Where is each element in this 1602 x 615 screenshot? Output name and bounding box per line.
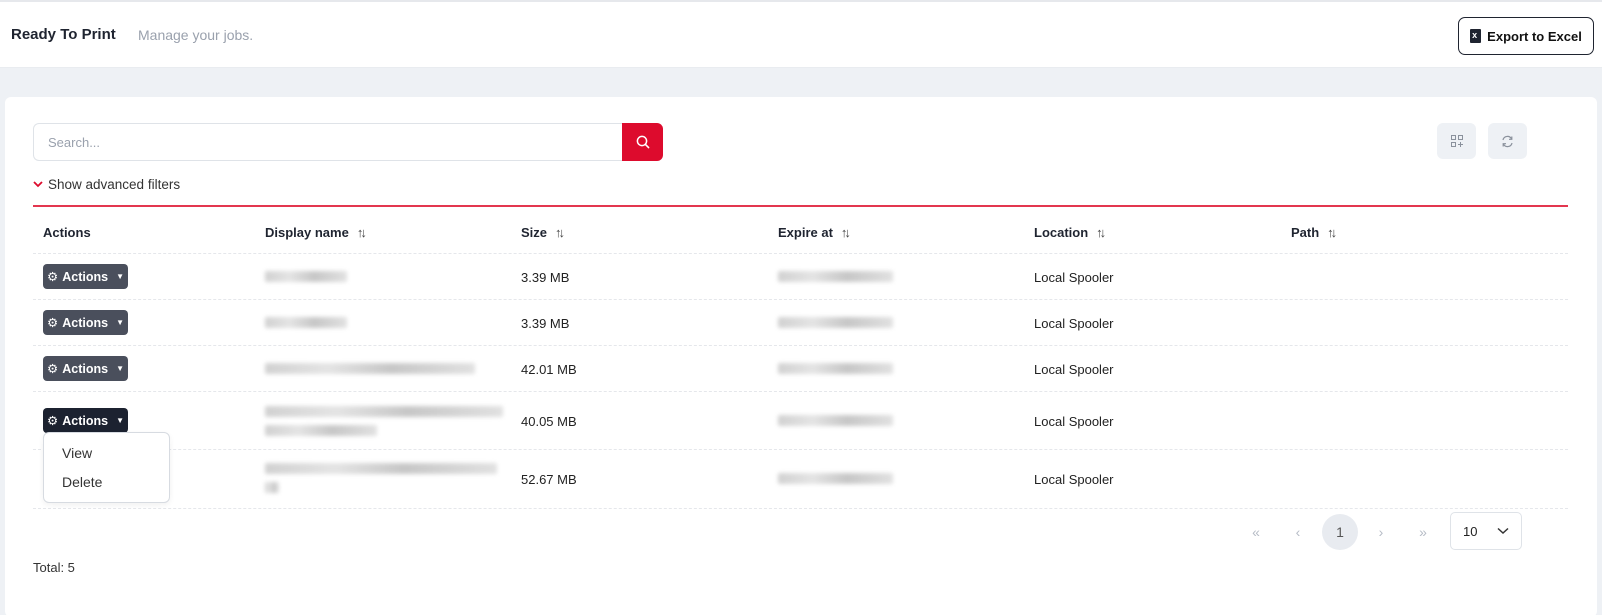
display-name-redacted (265, 317, 347, 328)
location-cell: Local Spooler (1034, 316, 1114, 331)
page-size-select[interactable]: 10 (1450, 512, 1522, 550)
expire-at-redacted (778, 415, 893, 426)
chevron-down-icon (33, 181, 43, 188)
chevron-down-icon (1497, 527, 1509, 535)
search-bar (33, 123, 663, 161)
column-header-location[interactable]: Location ↑↓ (1034, 225, 1106, 240)
refresh-icon (1502, 135, 1513, 147)
search-input[interactable] (33, 123, 622, 161)
pagination-first-button[interactable]: « (1238, 514, 1274, 550)
export-to-excel-button[interactable]: Export to Excel (1458, 17, 1594, 55)
size-cell: 3.39 MB (521, 316, 570, 331)
sort-icon: ↑↓ (1096, 225, 1106, 240)
row-actions-menu: View Delete (43, 432, 170, 503)
size-cell: 42.01 MB (521, 362, 577, 377)
sort-icon: ↑↓ (840, 225, 851, 240)
caret-down-icon: ▼ (116, 364, 124, 373)
display-name-redacted (265, 463, 497, 474)
page-header: Ready To Print Manage your jobs. Export … (0, 0, 1602, 68)
expire-at-redacted (778, 473, 893, 484)
sort-icon: ↑↓ (1327, 225, 1337, 240)
caret-down-icon: ▼ (116, 318, 124, 327)
gear-icon: ⚙ (47, 270, 59, 284)
display-name-redacted (265, 363, 475, 374)
location-cell: Local Spooler (1034, 414, 1114, 429)
row-actions-button[interactable]: ⚙ Actions ▼ (43, 408, 128, 433)
display-name-redacted (265, 406, 503, 417)
refresh-button[interactable] (1488, 123, 1527, 159)
display-name-redacted (265, 425, 377, 436)
column-header-size[interactable]: Size ↑↓ (521, 225, 565, 240)
jobs-table: Actions Display name ↑↓ Size ↑↓ Expire at ↑… (33, 210, 1568, 509)
excel-file-icon (1470, 29, 1482, 43)
search-button[interactable] (622, 123, 663, 161)
expire-at-redacted (778, 363, 893, 374)
expire-at-redacted (778, 271, 893, 282)
gear-icon: ⚙ (47, 414, 59, 428)
sort-icon: ↑↓ (356, 225, 367, 240)
table-row: ⚙ Actions ▼ 40.05 MB Local Spooler (33, 392, 1568, 450)
advanced-filters-toggle[interactable]: Show advanced filters (33, 177, 180, 192)
row-actions-button[interactable]: ⚙ Actions ▼ (43, 310, 128, 335)
row-actions-button[interactable]: ⚙ Actions ▼ (43, 356, 128, 381)
jobs-card: Show advanced filters Actions Display na… (5, 97, 1597, 615)
menu-item-delete[interactable]: Delete (62, 474, 102, 490)
column-header-expire-at[interactable]: Expire at ↑↓ (778, 225, 851, 240)
column-header-path[interactable]: Path ↑↓ (1291, 225, 1337, 240)
caret-down-icon: ▼ (116, 416, 124, 425)
size-cell: 3.39 MB (521, 270, 570, 285)
size-cell: 52.67 MB (521, 472, 577, 487)
table-row: ⚙ Actions ▼ 3.39 MB Local Spooler (33, 300, 1568, 346)
page-title: Ready To Print (11, 26, 116, 43)
location-cell: Local Spooler (1034, 362, 1114, 377)
column-settings-button[interactable] (1437, 123, 1476, 159)
advanced-filters-label: Show advanced filters (48, 177, 181, 192)
row-actions-button[interactable]: ⚙ Actions ▼ (43, 264, 128, 289)
location-cell: Local Spooler (1034, 270, 1114, 285)
display-name-redacted (265, 482, 279, 493)
menu-item-view[interactable]: View (62, 445, 92, 461)
page-size-value: 10 (1463, 523, 1478, 539)
gear-icon: ⚙ (47, 362, 59, 376)
search-icon (636, 135, 649, 149)
table-row: ⚙ Actions ▼ 3.39 MB Local Spooler (33, 254, 1568, 300)
pagination-last-button[interactable]: » (1405, 514, 1441, 550)
table-row: 52.67 MB Local Spooler (33, 450, 1568, 509)
location-cell: Local Spooler (1034, 472, 1114, 487)
pagination-page-1[interactable]: 1 (1322, 514, 1358, 550)
add-grid-icon (1450, 135, 1463, 147)
size-cell: 40.05 MB (521, 414, 577, 429)
page-subtitle: Manage your jobs. (138, 27, 254, 43)
filters-divider (33, 205, 1568, 207)
display-name-redacted (265, 271, 347, 282)
sort-icon: ↑↓ (555, 225, 565, 240)
table-header: Actions Display name ↑↓ Size ↑↓ Expire at ↑… (33, 210, 1568, 254)
pagination-prev-button[interactable]: ‹ (1280, 514, 1316, 550)
caret-down-icon: ▼ (116, 272, 124, 281)
column-header-display-name[interactable]: Display name ↑↓ (265, 225, 367, 240)
gear-icon: ⚙ (47, 316, 59, 330)
total-count: Total: 5 (33, 560, 75, 575)
pagination-next-button[interactable]: › (1363, 514, 1399, 550)
column-header-actions: Actions (43, 225, 91, 240)
table-row: ⚙ Actions ▼ 42.01 MB Local Spooler (33, 346, 1568, 392)
export-label: Export to Excel (1487, 28, 1582, 44)
expire-at-redacted (778, 317, 893, 328)
